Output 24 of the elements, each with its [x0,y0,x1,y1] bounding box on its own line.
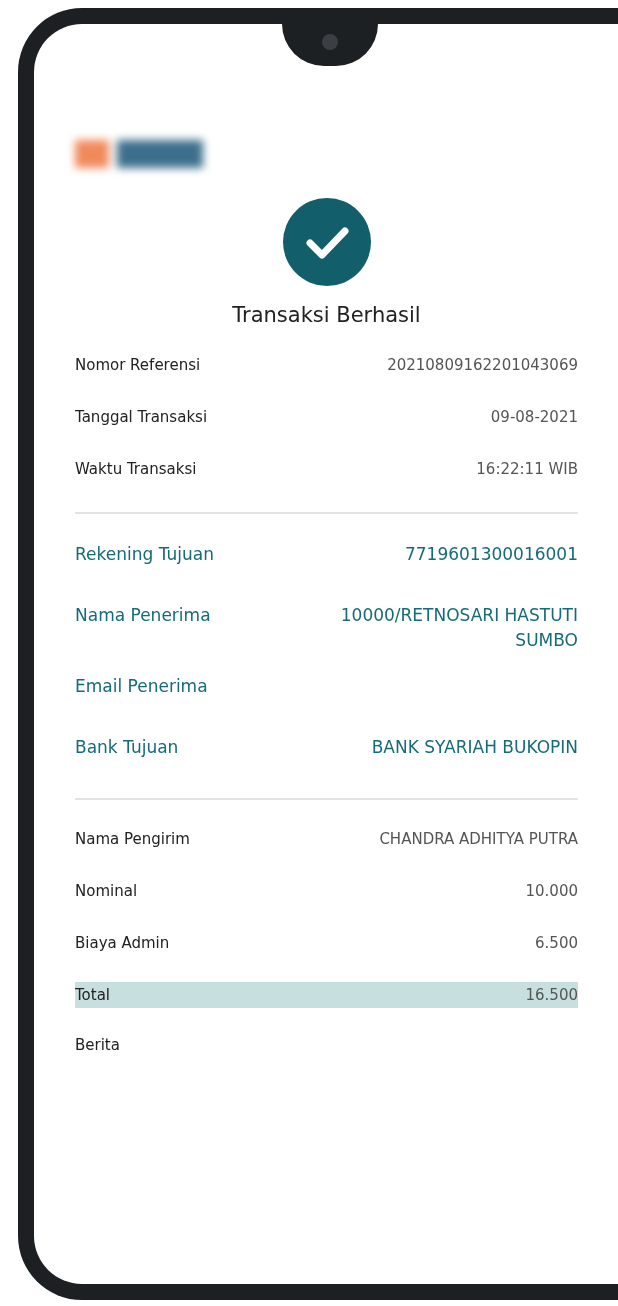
transaction-status-title: Transaksi Berhasil [231,302,422,329]
field-value: CHANDRA ADHITYA PUTRA [379,828,578,850]
field-value: 16.500 [525,984,578,1006]
field-value: 10.000 [525,880,578,902]
success-check-icon [282,198,371,286]
field-label: Rekening Tujuan [75,542,214,566]
field-label: Nama Penerima [75,603,211,627]
field-value: 16:22:11 WIB [476,458,578,480]
field-label: Tanggal Transaksi [75,406,208,428]
field-label: Nama Pengirim [75,828,190,850]
field-label: Biaya Admin [75,932,170,954]
field-value: BANK SYARIAH BUKOPIN [371,735,578,759]
field-label: Bank Tujuan [75,735,179,759]
field-label: Total [75,984,111,1006]
field-label: Nomor Referensi [75,354,201,376]
field-label: Waktu Transaksi [75,458,197,480]
field-value: 20210809162201043069 [387,354,578,376]
field-value: 7719601300016001 [404,542,578,566]
field-value: 6.500 [535,932,578,954]
field-value: 10000/RETNOSARI HASTUTI SUMBO [339,603,578,652]
field-label: Nominal [75,880,138,902]
field-label: Email Penerima [75,674,208,698]
field-value: 09-08-2021 [490,406,578,428]
field-label: Berita [75,1035,120,1056]
